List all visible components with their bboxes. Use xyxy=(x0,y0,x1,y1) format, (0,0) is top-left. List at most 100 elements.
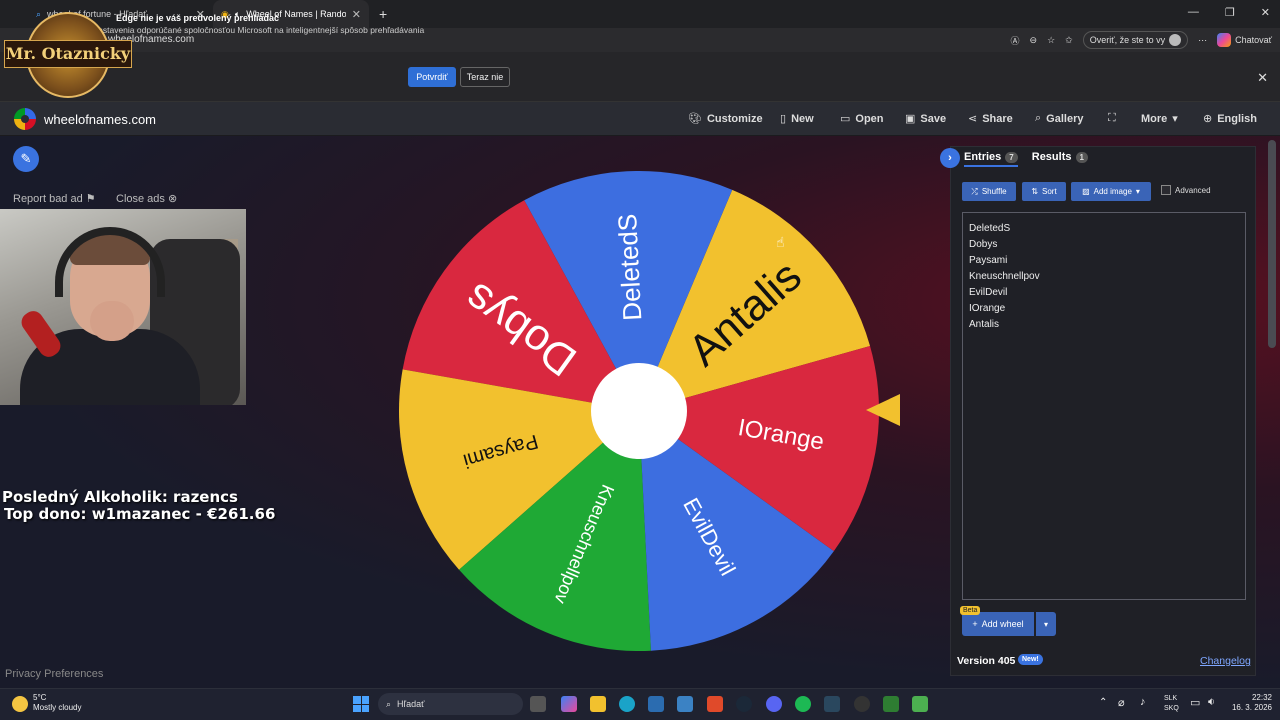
infobar-close-icon[interactable]: ✕ xyxy=(1257,70,1268,86)
add-wheel-button[interactable]: + Add wheel xyxy=(962,612,1034,636)
collapse-chevron-icon[interactable]: › xyxy=(940,148,960,168)
start-button[interactable] xyxy=(353,696,369,712)
favorite-star-icon[interactable]: ☆ xyxy=(1047,35,1055,46)
fullscreen-icon: ⛶ xyxy=(1108,112,1116,124)
store-icon[interactable] xyxy=(648,696,664,712)
language-secondary: SKQ xyxy=(1164,705,1179,712)
more-dots-icon[interactable]: ⋯ xyxy=(1198,35,1207,46)
tray-chevron-icon[interactable]: ⌃ xyxy=(1099,697,1107,708)
task-view-icon[interactable] xyxy=(530,696,546,712)
not-now-button[interactable]: Teraz nie xyxy=(460,67,510,87)
close-icon[interactable]: ✕ xyxy=(352,8,361,21)
advanced-toggle[interactable]: Advanced xyxy=(1161,185,1211,195)
copilot-button[interactable]: Chatovať xyxy=(1217,33,1272,47)
restore-icon[interactable]: ❐ xyxy=(1225,6,1235,19)
nav-open[interactable]: ▭ Open xyxy=(840,112,884,126)
steam-app-icon[interactable] xyxy=(824,696,840,712)
discord-icon[interactable] xyxy=(766,696,782,712)
weather-widget[interactable]: 5°C Mostly cloudy xyxy=(33,693,81,713)
clock-time: 22:32 xyxy=(1251,693,1272,702)
nav-share-label: Share xyxy=(982,112,1013,125)
caret-down-icon: ▾ xyxy=(1043,619,1048,629)
favorites-icon[interactable]: ✩ xyxy=(1065,35,1073,46)
nav-new[interactable]: ▯ New xyxy=(780,112,814,126)
nav-save[interactable]: ▣ Save xyxy=(905,112,947,126)
page-scrollbar[interactable] xyxy=(1268,140,1276,348)
notepad-icon[interactable] xyxy=(912,696,928,712)
tab-results[interactable]: Results 1 xyxy=(1032,149,1088,167)
report-bad-ad-link[interactable]: Report bad ad ⚑ xyxy=(13,192,96,205)
language-indicator[interactable]: SLK SKQ xyxy=(1164,694,1179,714)
wheel-of-names[interactable]: AntalisDeletedSDobysPaysamiKneuschnellpo… xyxy=(398,170,880,652)
spotify-icon[interactable] xyxy=(795,696,811,712)
add-image-button[interactable]: ▨ Add image ▾ xyxy=(1071,182,1151,201)
tracking-icon[interactable]: ⊖ xyxy=(1030,35,1038,46)
file-explorer-icon[interactable] xyxy=(590,696,606,712)
steam-icon[interactable] xyxy=(736,696,752,712)
close-window-icon[interactable]: ✕ xyxy=(1261,6,1270,19)
report-bad-ad-label: Report bad ad xyxy=(13,193,83,205)
outlook-icon[interactable] xyxy=(677,696,693,712)
infobar-subtitle: Nastavenia odporúčané spoločnosťou Micro… xyxy=(92,25,425,35)
read-aloud-icon[interactable]: Ⓐ xyxy=(1011,34,1020,47)
fullscreen-button[interactable]: ⛶ xyxy=(1108,112,1116,125)
copilot-icon xyxy=(1217,33,1232,47)
mic-tray-icon[interactable]: ♪ xyxy=(1140,696,1146,708)
headphones xyxy=(55,227,165,297)
nav-open-label: Open xyxy=(855,112,884,125)
site-name[interactable]: wheelofnames.com xyxy=(44,112,156,127)
advanced-label: Advanced xyxy=(1175,185,1211,195)
nav-gallery[interactable]: ⌕ Gallery xyxy=(1035,112,1083,125)
obs-icon[interactable] xyxy=(854,696,870,712)
confirm-button[interactable]: Potvrdiť xyxy=(408,67,456,87)
wheel-center-hub[interactable] xyxy=(591,363,687,459)
tab-entries-label: Entries xyxy=(964,151,1002,163)
shuffle-button[interactable]: ⤮ Shuffle xyxy=(962,182,1016,201)
flag-icon: ⚑ xyxy=(85,193,96,205)
image-icon: ▨ xyxy=(1082,187,1090,196)
streamer-logo: Mr. Otaznicky xyxy=(4,2,132,104)
sort-label: Sort xyxy=(1042,187,1057,196)
plus-icon: + xyxy=(972,619,978,629)
add-wheel-label: Add wheel xyxy=(981,619,1024,629)
privacy-preferences-link[interactable]: Privacy Preferences xyxy=(5,668,103,680)
last-alcoholic-text: Posledný Alkoholik: razencs xyxy=(2,488,238,506)
edit-pencil-icon[interactable]: ✎ xyxy=(13,146,39,172)
sort-button[interactable]: ⇅ Sort xyxy=(1022,182,1066,201)
brave-icon[interactable] xyxy=(707,696,723,712)
weather-sun-icon[interactable] xyxy=(12,696,28,712)
infobar-title: Edge nie je váš predvolený prehliadač xyxy=(116,13,280,23)
tab-entries[interactable]: Entries 7 xyxy=(964,149,1018,167)
nav-new-label: New xyxy=(791,112,814,125)
nav-save-label: Save xyxy=(920,112,947,125)
search-icon: ⌕ xyxy=(386,698,392,709)
close-ads-link[interactable]: Close ads ⊗ xyxy=(116,192,177,205)
list-item: Antalis xyxy=(969,319,1000,330)
nav-customize[interactable]: 🎨︎ Customize xyxy=(688,112,763,126)
nav-language[interactable]: ⊕ English xyxy=(1203,112,1257,126)
taskbar-search[interactable]: ⌕ Hľadať xyxy=(378,693,523,715)
advanced-checkbox[interactable] xyxy=(1161,185,1171,195)
taskbar-search-label: Hľadať xyxy=(397,699,425,709)
nav-language-label: English xyxy=(1217,112,1257,125)
changelog-link[interactable]: Changelog xyxy=(1200,655,1251,667)
nav-share[interactable]: ⋖ Share xyxy=(968,112,1013,126)
volume-icon[interactable]: 🔉︎ xyxy=(1208,696,1215,709)
entries-textarea[interactable]: DeletedS Dobys Paysami Kneuschnellpov Ev… xyxy=(962,212,1246,600)
app-icon[interactable] xyxy=(883,696,899,712)
network-icon[interactable]: ⌀ xyxy=(1118,696,1125,709)
wheel-pointer-icon xyxy=(866,394,900,426)
minimize-icon[interactable]: — xyxy=(1188,6,1199,19)
caret-down-icon: ▾ xyxy=(1135,187,1140,196)
list-item: Dobys xyxy=(969,239,998,250)
new-tab-icon[interactable]: + xyxy=(379,6,387,22)
copilot-app-icon[interactable] xyxy=(561,696,577,712)
add-wheel-dropdown[interactable]: ▾ xyxy=(1036,612,1056,636)
wheel-logo-icon[interactable] xyxy=(14,108,36,130)
display-icon[interactable]: ▭ xyxy=(1190,696,1200,709)
clock[interactable]: 22:32 16. 3. 2026 xyxy=(1232,693,1272,713)
nav-more[interactable]: More ▾ xyxy=(1141,112,1178,126)
shuffle-icon: ⤮ xyxy=(971,186,978,196)
edge-icon[interactable] xyxy=(619,696,635,712)
sign-in-button[interactable]: Overiť, že ste to vy xyxy=(1082,31,1189,49)
